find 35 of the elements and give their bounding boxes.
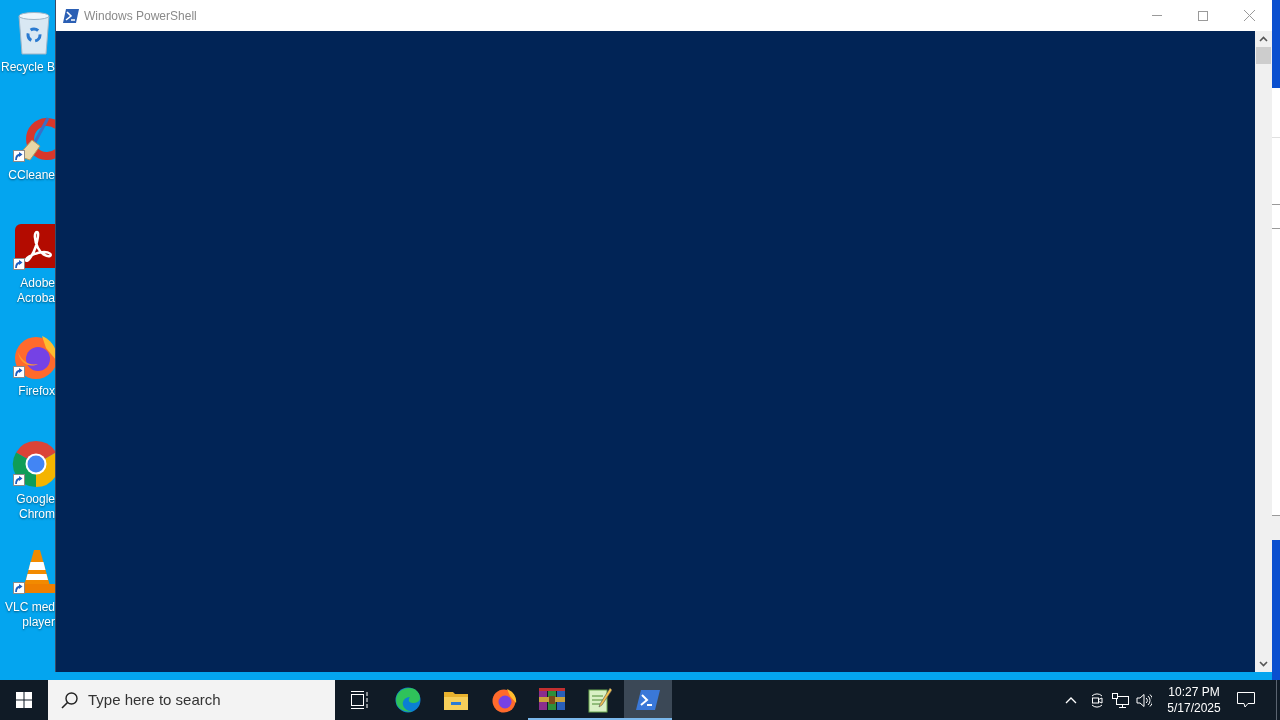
- icon-label[interactable]: Recycle B: [0, 60, 55, 75]
- chevron-up-icon[interactable]: [1065, 696, 1077, 704]
- scrollbar-thumb[interactable]: [1256, 47, 1271, 64]
- clock-date: 5/17/2025: [1167, 700, 1221, 716]
- window-title: Windows PowerShell: [84, 7, 197, 25]
- icon-label[interactable]: VLC med player: [0, 600, 55, 630]
- close-icon: [1243, 10, 1255, 21]
- task-view-icon: [350, 691, 370, 709]
- icon-label[interactable]: Firefox: [0, 384, 55, 399]
- scroll-down-icon[interactable]: [1259, 661, 1268, 667]
- search-placeholder: Type here to search: [88, 689, 221, 710]
- search-icon: [61, 691, 78, 709]
- powershell-icon: [63, 8, 79, 23]
- icon-label[interactable]: Adobe Acroba: [0, 276, 55, 306]
- icon-label[interactable]: Google Chrom: [0, 492, 55, 522]
- firefox-icon: [491, 687, 517, 713]
- maximize-icon: [1198, 10, 1208, 21]
- minimize-icon: [1152, 15, 1162, 16]
- camera-icon[interactable]: [1090, 692, 1104, 708]
- powershell-icon: [636, 690, 660, 710]
- windows-logo-icon: [16, 692, 32, 708]
- scroll-up-icon[interactable]: [1259, 36, 1268, 42]
- notepad-icon: [588, 687, 612, 713]
- icon-label[interactable]: CCleane: [0, 168, 55, 183]
- show-desktop-button[interactable]: [1276, 680, 1280, 720]
- search-field[interactable]: Type here to search: [48, 680, 335, 720]
- network-icon[interactable]: [1112, 692, 1129, 708]
- folder-icon: [444, 690, 468, 710]
- clock[interactable]: 10:27 PM 5/17/2025: [1164, 684, 1224, 716]
- clock-time: 10:27 PM: [1168, 684, 1220, 700]
- notification-icon[interactable]: [1237, 692, 1255, 708]
- edge-icon: [395, 687, 421, 713]
- winrar-icon: [539, 688, 565, 712]
- scrollbar[interactable]: [1255, 31, 1272, 672]
- volume-icon[interactable]: [1136, 692, 1152, 708]
